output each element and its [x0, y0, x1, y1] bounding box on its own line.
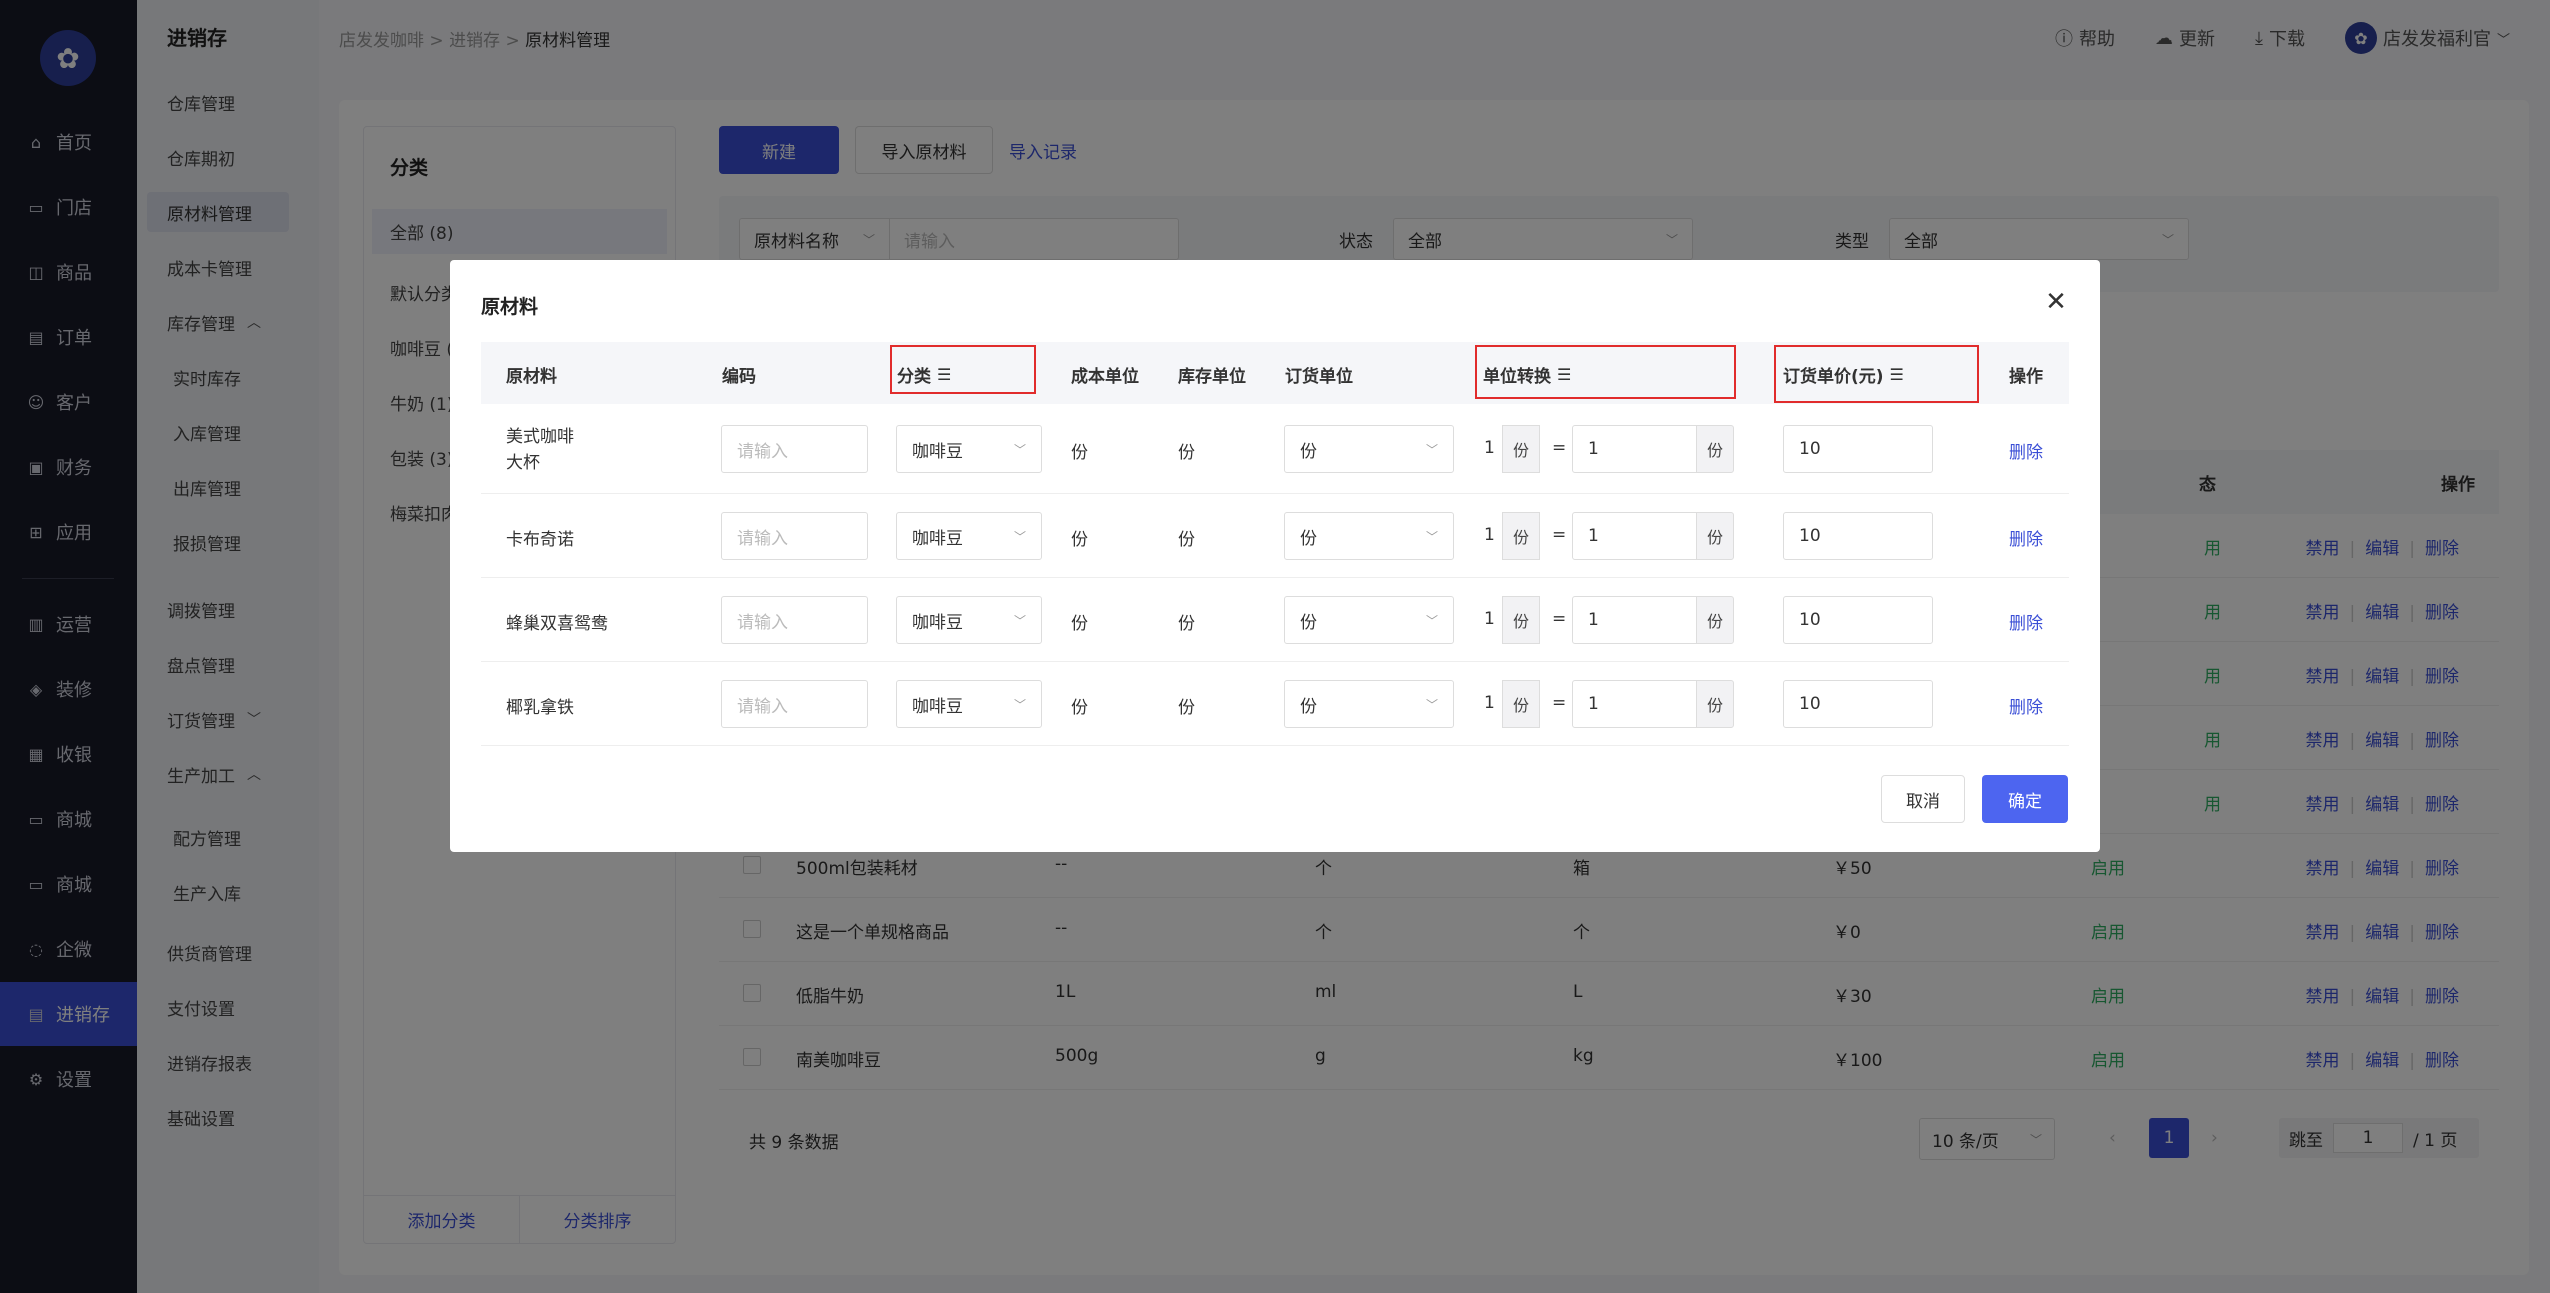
equals-sign: =	[1552, 525, 1567, 545]
code-input[interactable]: 请输入	[721, 512, 868, 560]
delete-row-link[interactable]: 删除	[2009, 525, 2043, 550]
material-name: 蜂巢双喜鸳鸯	[506, 614, 608, 634]
conversion-right-input[interactable]: 1	[1572, 425, 1697, 473]
stock-unit: 份	[1178, 698, 1195, 718]
table-row: 蜂巢双喜鸳鸯 请输入 咖啡豆 ﹀ 份 份 份 ﹀ 1 份 = 1 份 10 删除	[481, 578, 2069, 662]
order-unit-select[interactable]: 份 ﹀	[1284, 680, 1454, 728]
conversion-left-unit: 份	[1502, 680, 1540, 728]
header-code: 编码	[722, 367, 756, 387]
code-input[interactable]: 请输入	[721, 596, 868, 644]
conversion-left-unit: 份	[1502, 512, 1540, 560]
conversion-left-value: 1	[1484, 438, 1495, 458]
conversion-left-value: 1	[1484, 609, 1495, 629]
order-unit-select[interactable]: 份 ﹀	[1284, 512, 1454, 560]
conversion-left-value: 1	[1484, 693, 1495, 713]
close-icon[interactable]: ✕	[2042, 287, 2070, 317]
conversion-left-unit: 份	[1502, 596, 1540, 644]
material-name: 美式咖啡 大杯	[506, 427, 574, 473]
table-row: 卡布奇诺 请输入 咖啡豆 ﹀ 份 份 份 ﹀ 1 份 = 1 份 10 删除	[481, 494, 2069, 578]
chevron-down-icon: ﹀	[1013, 442, 1026, 457]
equals-sign: =	[1552, 438, 1567, 458]
cost-unit: 份	[1071, 614, 1088, 634]
order-unit-select[interactable]: 份 ﹀	[1284, 596, 1454, 644]
highlight-category	[890, 345, 1036, 394]
stock-unit: 份	[1178, 530, 1195, 550]
equals-sign: =	[1552, 609, 1567, 629]
chevron-down-icon: ﹀	[1425, 613, 1438, 628]
chevron-down-icon: ﹀	[1425, 697, 1438, 712]
header-material: 原材料	[506, 367, 557, 387]
category-select[interactable]: 咖啡豆 ﹀	[896, 596, 1042, 644]
chevron-down-icon: ﹀	[1013, 613, 1026, 628]
header-cost-unit: 成本单位	[1071, 367, 1139, 387]
chevron-down-icon: ﹀	[1013, 697, 1026, 712]
category-select[interactable]: 咖啡豆 ﹀	[896, 425, 1042, 473]
cost-unit: 份	[1071, 443, 1088, 463]
delete-row-link[interactable]: 删除	[2009, 693, 2043, 718]
highlight-conversion	[1475, 345, 1736, 399]
category-select[interactable]: 咖啡豆 ﹀	[896, 680, 1042, 728]
highlight-order-price	[1774, 345, 1979, 403]
stock-unit: 份	[1178, 614, 1195, 634]
cost-unit: 份	[1071, 530, 1088, 550]
chevron-down-icon: ﹀	[1425, 442, 1438, 457]
conversion-right-unit: 份	[1696, 596, 1734, 644]
header-order-unit: 订货单位	[1285, 367, 1353, 387]
header-actions: 操作	[2009, 367, 2043, 387]
delete-row-link[interactable]: 删除	[2009, 438, 2043, 463]
order-price-input[interactable]: 10	[1783, 596, 1933, 644]
conversion-right-input[interactable]: 1	[1572, 680, 1697, 728]
equals-sign: =	[1552, 693, 1567, 713]
chevron-down-icon: ﹀	[1425, 529, 1438, 544]
conversion-right-unit: 份	[1696, 425, 1734, 473]
code-input[interactable]: 请输入	[721, 425, 868, 473]
conversion-right-unit: 份	[1696, 512, 1734, 560]
delete-row-link[interactable]: 删除	[2009, 609, 2043, 634]
table-row: 椰乳拿铁 请输入 咖啡豆 ﹀ 份 份 份 ﹀ 1 份 = 1 份 10 删除	[481, 662, 2069, 746]
confirm-button[interactable]: 确定	[1982, 775, 2068, 823]
category-select[interactable]: 咖啡豆 ﹀	[896, 512, 1042, 560]
conversion-right-unit: 份	[1696, 680, 1734, 728]
order-price-input[interactable]: 10	[1783, 512, 1933, 560]
chevron-down-icon: ﹀	[1013, 529, 1026, 544]
order-unit-select[interactable]: 份 ﹀	[1284, 425, 1454, 473]
header-stock-unit: 库存单位	[1178, 367, 1246, 387]
conversion-left-value: 1	[1484, 525, 1495, 545]
conversion-right-input[interactable]: 1	[1572, 596, 1697, 644]
material-name: 卡布奇诺	[506, 530, 574, 550]
cost-unit: 份	[1071, 698, 1088, 718]
raw-material-modal: 原材料 ✕ 原材料 编码 分类 ☰ 成本单位 库存单位 订货单位 单位转换 ☰ 订货…	[450, 260, 2100, 852]
stock-unit: 份	[1178, 443, 1195, 463]
order-price-input[interactable]: 10	[1783, 680, 1933, 728]
conversion-left-unit: 份	[1502, 425, 1540, 473]
conversion-right-input[interactable]: 1	[1572, 512, 1697, 560]
modal-title: 原材料	[481, 296, 539, 318]
code-input[interactable]: 请输入	[721, 680, 868, 728]
order-price-input[interactable]: 10	[1783, 425, 1933, 473]
material-name: 椰乳拿铁	[506, 698, 574, 718]
table-row: 美式咖啡 大杯 请输入 咖啡豆 ﹀ 份 份 份 ﹀ 1 份 = 1 份 10 删除	[481, 404, 2069, 494]
cancel-button[interactable]: 取消	[1881, 775, 1965, 823]
